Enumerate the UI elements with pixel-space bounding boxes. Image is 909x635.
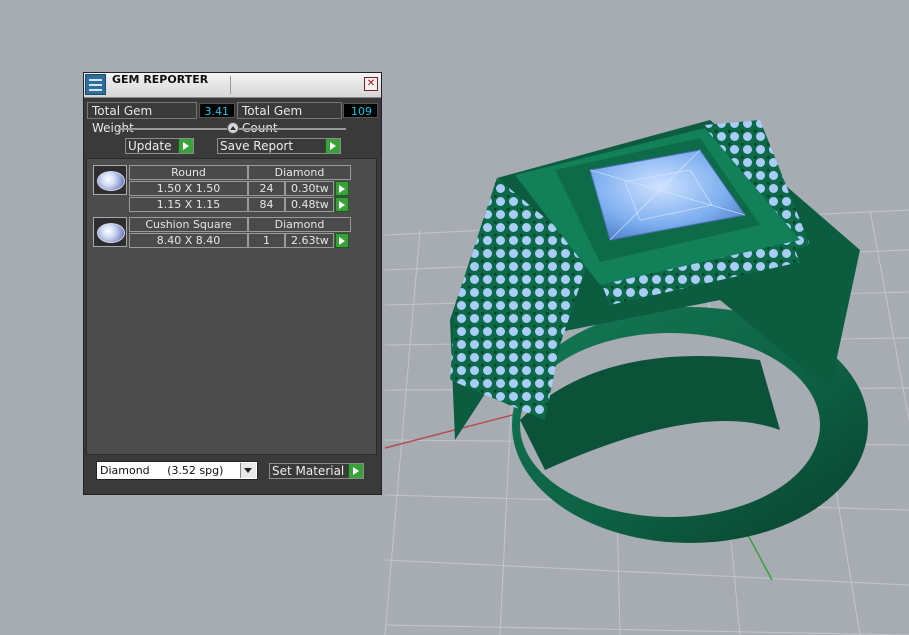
gem-thumbnail	[93, 165, 127, 195]
save-report-button-label: Save Report	[220, 139, 294, 153]
gem-count-cell: 24	[248, 181, 285, 196]
total-gem-weight-value: 3.41	[199, 103, 235, 118]
play-arrow-icon	[178, 139, 193, 153]
gem-list: Round Diamond 1.50 X 1.50 24 0.30tw 1.15…	[86, 158, 377, 455]
gem-shape-header: Cushion Square	[129, 217, 248, 232]
gem-size-cell: 8.40 X 8.40	[129, 233, 248, 248]
select-gem-button[interactable]	[335, 197, 349, 212]
gem-thumbnail	[93, 217, 127, 247]
gem-size-cell: 1.50 X 1.50	[129, 181, 248, 196]
cushion-gem-icon	[97, 223, 125, 243]
gem-reporter-panel: GEM REPORTER ✕ Total Gem Weight 3.41 Tot…	[83, 72, 382, 495]
gem-count-cell: 1	[248, 233, 285, 248]
set-material-button[interactable]: Set Material	[269, 463, 364, 479]
gem-count-cell: 84	[248, 197, 285, 212]
gem-reporter-app-icon	[85, 74, 106, 95]
slider-handle[interactable]	[227, 122, 239, 134]
total-gem-count-label: Total Gem Count	[237, 102, 342, 135]
gem-size-cell: 1.15 X 1.15	[129, 197, 248, 212]
gem-weight-cell: 0.48tw	[285, 197, 334, 212]
save-report-button[interactable]: Save Report	[217, 138, 341, 154]
gem-material-header: Diamond	[248, 217, 351, 232]
update-button[interactable]: Update	[125, 138, 194, 154]
gem-weight-cell: 0.30tw	[285, 181, 334, 196]
play-arrow-icon	[348, 464, 363, 478]
chevron-down-icon[interactable]	[240, 463, 256, 478]
panel-titlebar[interactable]: GEM REPORTER ✕	[84, 73, 381, 98]
panel-title: GEM REPORTER	[112, 73, 209, 86]
gem-shape-header: Round	[129, 165, 248, 180]
total-gem-count-value: 109	[343, 103, 378, 118]
material-select[interactable]: Diamond (3.52 spg)	[96, 461, 258, 480]
play-arrow-icon	[325, 139, 340, 153]
update-button-label: Update	[128, 139, 172, 153]
gem-material-header: Diamond	[248, 165, 351, 180]
set-material-button-label: Set Material	[272, 464, 345, 478]
total-gem-weight-label: Total Gem Weight	[87, 102, 197, 135]
select-gem-button[interactable]	[335, 233, 349, 248]
select-gem-button[interactable]	[335, 181, 349, 196]
gem-weight-cell: 2.63tw	[285, 233, 334, 248]
material-select-value: Diamond (3.52 spg)	[100, 464, 224, 477]
title-separator	[230, 76, 231, 94]
close-icon[interactable]: ✕	[364, 77, 378, 91]
round-gem-icon	[97, 171, 125, 191]
